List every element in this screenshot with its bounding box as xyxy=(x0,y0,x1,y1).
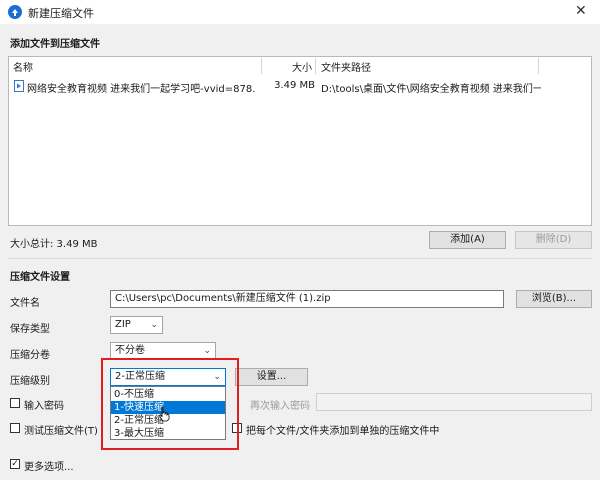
file-path-cell: D:\tools\桌面\文件\网络安全教育视频 进来我们一... xyxy=(321,84,541,95)
video-file-icon xyxy=(14,80,24,92)
password-checkbox[interactable] xyxy=(10,398,20,408)
hand-cursor-icon xyxy=(159,406,170,422)
save-type-value: ZIP xyxy=(115,319,131,330)
save-type-label: 保存类型 xyxy=(10,324,50,335)
password-label[interactable]: 输入密码 xyxy=(24,397,64,412)
divider xyxy=(8,258,592,259)
chevron-down-icon: ⌄ xyxy=(150,320,158,330)
file-size-cell: 3.49 MB xyxy=(274,80,315,91)
filename-label: 文件名 xyxy=(10,298,40,309)
test-archive-checkbox[interactable] xyxy=(10,423,20,433)
split-volume-label: 压缩分卷 xyxy=(10,350,50,361)
settings-section-title: 压缩文件设置 xyxy=(10,272,70,283)
window-title: 新建压缩文件 xyxy=(28,7,94,20)
split-volume-value: 不分卷 xyxy=(115,345,145,356)
total-size-label: 大小总计: 3.49 MB xyxy=(10,239,98,250)
file-list[interactable]: 名称 大小 文件夹路径 网络安全教育视频 进来我们一起学习吧-vvid=878.… xyxy=(8,56,592,226)
add-button[interactable]: 添加(A) xyxy=(429,231,506,249)
file-name-cell[interactable]: 网络安全教育视频 进来我们一起学习吧-vvid=878... xyxy=(27,80,255,95)
more-options-label[interactable]: 更多选项... xyxy=(24,458,74,473)
more-options-checkbox[interactable]: ✓ xyxy=(10,459,20,469)
column-header-name[interactable]: 名称 xyxy=(13,59,33,74)
delete-button[interactable]: 删除(D) xyxy=(515,231,592,249)
close-icon[interactable]: ✕ xyxy=(575,2,587,20)
browse-button[interactable]: 浏览(B)... xyxy=(516,290,592,308)
app-logo-icon xyxy=(8,5,22,19)
add-files-section-title: 添加文件到压缩文件 xyxy=(10,39,100,50)
save-type-select[interactable]: ZIP ⌄ xyxy=(110,316,163,334)
column-header-path[interactable]: 文件夹路径 xyxy=(321,59,371,74)
test-archive-label[interactable]: 测试压缩文件(T) xyxy=(24,422,98,437)
reenter-password-input[interactable] xyxy=(316,393,592,411)
settings-button[interactable]: 设置... xyxy=(235,368,308,386)
highlight-box xyxy=(101,358,239,450)
filename-input[interactable]: C:\Users\pc\Documents\新建压缩文件 (1).zip xyxy=(110,290,504,308)
compression-level-label: 压缩级别 xyxy=(10,376,50,387)
chevron-down-icon: ⌄ xyxy=(203,346,211,356)
each-file-label[interactable]: 把每个文件/文件夹添加到单独的压缩文件中 xyxy=(246,422,439,437)
column-header-size[interactable]: 大小 xyxy=(292,59,312,74)
reenter-password-label: 再次输入密码 xyxy=(250,401,310,412)
